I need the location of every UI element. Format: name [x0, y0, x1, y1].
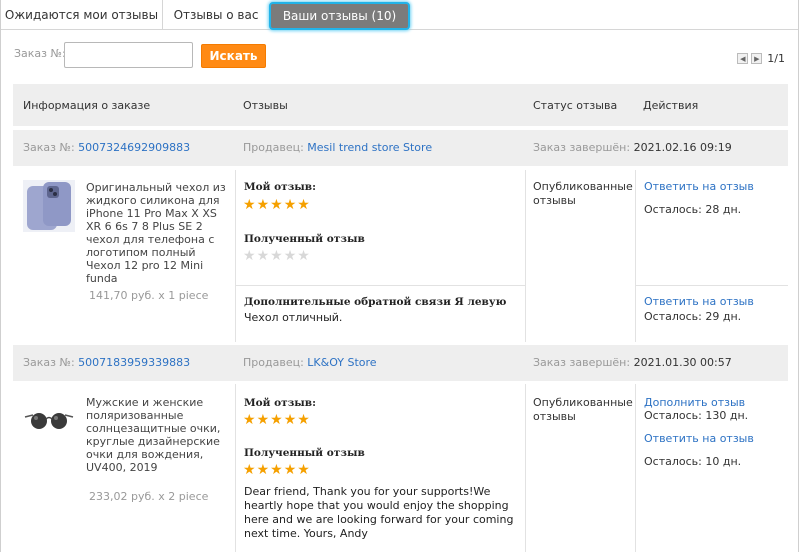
- received-rating-stars: ★ ★ ★ ★ ★: [243, 463, 310, 477]
- order-number: Заказ №: 5007324692909883: [23, 141, 190, 154]
- seller-reply-text: Dear friend, Thank you for your supports…: [244, 485, 514, 540]
- star-icon: ★: [283, 462, 297, 478]
- seller: Продавец: LK&OY Store: [243, 356, 377, 369]
- header-order-info: Информация о заказе: [23, 99, 151, 112]
- seller-label: Продавец:: [243, 356, 304, 369]
- order-completed-date: 2021.02.16 09:19: [633, 141, 732, 154]
- my-rating-stars: ★ ★ ★ ★ ★: [243, 198, 310, 212]
- product-price: 141,70 руб. x 1 piece: [89, 289, 209, 302]
- received-review-heading: Полученный отзыв: [244, 233, 365, 245]
- product-price: 233,02 руб. x 2 piece: [89, 490, 209, 503]
- order-number-label: Заказ №:: [23, 141, 75, 154]
- time-remaining: Осталось: 10 дн.: [644, 455, 742, 468]
- add-to-review-link[interactable]: Дополнить отзыв: [644, 396, 745, 409]
- seller-link[interactable]: Mesil trend store Store: [307, 141, 432, 154]
- review-status: Опубликованные отзывы: [533, 180, 633, 207]
- star-icon: ★: [243, 462, 256, 478]
- reply-to-review-link[interactable]: Ответить на отзыв: [644, 295, 754, 308]
- star-icon: ★: [243, 197, 256, 213]
- order-number-label: Заказ №:: [14, 47, 66, 60]
- header-review-status: Статус отзыва: [533, 99, 618, 112]
- prev-page-button[interactable]: ◀: [737, 53, 749, 64]
- star-icon: ★: [256, 412, 270, 428]
- star-icon: ★: [283, 412, 297, 428]
- received-rating-stars: ★ ★ ★ ★ ★: [243, 249, 310, 263]
- column-divider: [525, 384, 526, 552]
- tab-awaiting-my-reviews[interactable]: Ожидаются мои отзывы: [1, 0, 163, 30]
- header-actions: Действия: [643, 99, 699, 112]
- reviews-page: Ожидаются мои отзывы Отзывы о вас Ваши о…: [0, 0, 799, 552]
- search-button[interactable]: Искать: [201, 44, 266, 68]
- order-number-link[interactable]: 5007183959339883: [78, 356, 190, 369]
- next-page-button[interactable]: ▶: [751, 53, 763, 64]
- pagination: ◀ ▶ 1/1: [737, 52, 785, 65]
- order-header-row: Заказ №: 5007324692909883 Продавец: Mesi…: [13, 130, 788, 166]
- star-icon: ★: [270, 197, 283, 213]
- star-icon: ★: [270, 462, 283, 478]
- time-remaining: Осталось: 28 дн.: [644, 203, 742, 216]
- tab-your-reviews[interactable]: Ваши отзывы (10): [269, 2, 410, 30]
- order-completed: Заказ завершён: 2021.01.30 00:57: [533, 356, 732, 369]
- extra-feedback-heading: Дополнительные обратной связи Я левую: [244, 296, 507, 308]
- extra-feedback-text: Чехол отличный.: [244, 311, 343, 324]
- product-image-sunglasses[interactable]: [23, 395, 75, 447]
- star-icon: ★: [283, 197, 297, 213]
- row-divider: [236, 285, 525, 286]
- seller-link[interactable]: LK&OY Store: [307, 356, 376, 369]
- row-divider: [636, 285, 788, 286]
- product-title[interactable]: Мужские и женские поляризованные солнцез…: [86, 396, 226, 474]
- reply-to-review-link[interactable]: Ответить на отзыв: [644, 180, 754, 193]
- table-header: Информация о заказе Отзывы Статус отзыва…: [13, 84, 788, 126]
- product-image-phone-case[interactable]: [23, 180, 75, 232]
- header-reviews: Отзывы: [243, 99, 288, 112]
- order-completed-date: 2021.01.30 00:57: [633, 356, 732, 369]
- star-icon: ★: [256, 248, 270, 264]
- seller: Продавец: Mesil trend store Store: [243, 141, 432, 154]
- time-remaining: Осталось: 29 дн.: [644, 310, 742, 323]
- column-divider: [635, 170, 636, 342]
- order-completed-label: Заказ завершён:: [533, 141, 631, 154]
- product-title[interactable]: Оригинальный чехол из жидкого силикона д…: [86, 181, 226, 285]
- column-divider: [235, 384, 236, 552]
- order-completed: Заказ завершён: 2021.02.16 09:19: [533, 141, 732, 154]
- page-indicator: 1/1: [767, 52, 785, 65]
- order-completed-label: Заказ завершён:: [533, 356, 631, 369]
- star-icon: ★: [283, 248, 297, 264]
- star-icon: ★: [297, 248, 310, 264]
- my-review-heading: Мой отзыв:: [244, 397, 316, 409]
- review-status: Опубликованные отзывы: [533, 396, 633, 423]
- order-header-row: Заказ №: 5007183959339883 Продавец: LK&O…: [13, 345, 788, 381]
- star-icon: ★: [243, 248, 256, 264]
- tab-reviews-about-you[interactable]: Отзывы о вас: [163, 0, 269, 30]
- chevron-left-icon: ◀: [740, 54, 746, 63]
- star-icon: ★: [297, 197, 310, 213]
- star-icon: ★: [297, 462, 310, 478]
- my-review-heading: Мой отзыв:: [244, 181, 316, 193]
- order-number-input[interactable]: [64, 42, 193, 68]
- column-divider: [525, 170, 526, 342]
- my-rating-stars: ★ ★ ★ ★ ★: [243, 413, 310, 427]
- order-number-label: Заказ №:: [23, 356, 75, 369]
- time-remaining: Осталось: 130 дн.: [644, 409, 749, 422]
- seller-label: Продавец:: [243, 141, 304, 154]
- star-icon: ★: [256, 462, 270, 478]
- star-icon: ★: [270, 248, 283, 264]
- order-number: Заказ №: 5007183959339883: [23, 356, 190, 369]
- column-divider: [235, 170, 236, 342]
- tab-bar: Ожидаются мои отзывы Отзывы о вас Ваши о…: [1, 0, 798, 30]
- chevron-right-icon: ▶: [754, 54, 760, 63]
- star-icon: ★: [270, 412, 283, 428]
- star-icon: ★: [297, 412, 310, 428]
- order-number-link[interactable]: 5007324692909883: [78, 141, 190, 154]
- column-divider: [635, 384, 636, 552]
- received-review-heading: Полученный отзыв: [244, 447, 365, 459]
- star-icon: ★: [243, 412, 256, 428]
- reply-to-review-link[interactable]: Ответить на отзыв: [644, 432, 754, 445]
- star-icon: ★: [256, 197, 270, 213]
